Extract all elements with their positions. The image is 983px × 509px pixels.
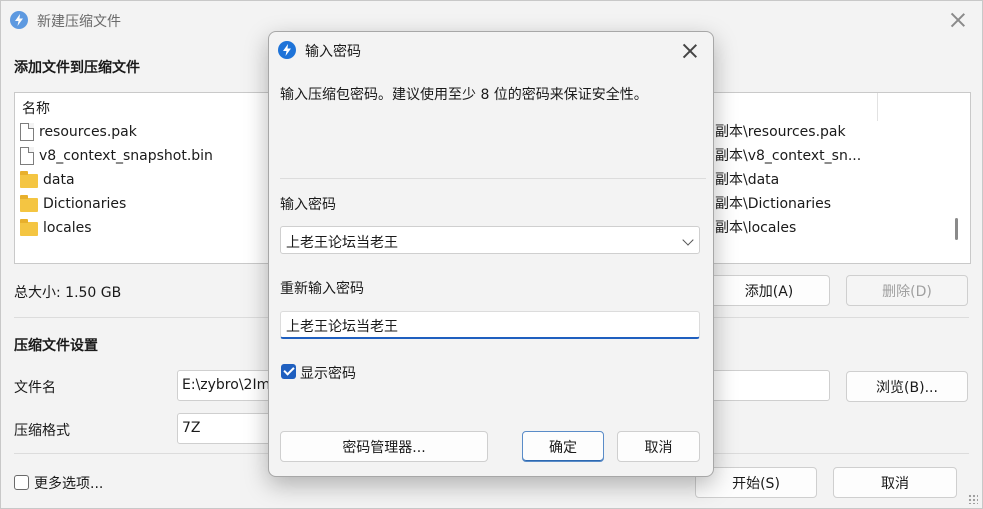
password-dialog: 输入密码 输入压缩包密码。建议使用至少 8 位的密码来保证安全性。 输入密码 上… <box>268 31 714 477</box>
list-item[interactable]: data <box>20 169 75 191</box>
folder-icon <box>20 195 38 212</box>
dialog-cancel-button[interactable]: 取消 <box>617 431 700 462</box>
password-value: 上老王论坛当老王 <box>286 235 398 251</box>
folder-icon <box>20 219 38 236</box>
window-close-icon[interactable] <box>948 10 968 30</box>
dialog-title: 输入密码 <box>305 44 361 60</box>
folder-icon <box>20 171 38 188</box>
file-path: 副本\v8_context_sn... <box>715 148 862 164</box>
file-path: 副本\locales <box>715 220 797 236</box>
dialog-close-icon[interactable] <box>680 41 700 61</box>
file-name: v8_context_snapshot.bin <box>39 148 213 164</box>
file-path: 副本\data <box>715 172 780 188</box>
chevron-down-icon[interactable] <box>682 234 694 246</box>
file-name: data <box>43 172 75 188</box>
app-logo-icon <box>278 41 296 59</box>
show-password-checkbox[interactable] <box>281 364 296 379</box>
ok-button[interactable]: 确定 <box>522 431 604 462</box>
password-combo[interactable]: 上老王论坛当老王 <box>280 226 700 254</box>
main-cancel-button[interactable]: 取消 <box>833 467 957 498</box>
column-divider[interactable] <box>877 93 878 121</box>
browse-button[interactable]: 浏览(B)... <box>846 371 968 402</box>
more-options-checkbox[interactable] <box>14 475 29 490</box>
password-hint-text: 输入压缩包密码。建议使用至少 8 位的密码来保证安全性。 <box>280 87 648 103</box>
file-path: 副本\Dictionaries <box>715 196 832 212</box>
scrollbar-thumb[interactable] <box>955 218 958 240</box>
window-title: 新建压缩文件 <box>37 14 121 30</box>
add-files-section-title: 添加文件到压缩文件 <box>14 60 140 76</box>
add-button[interactable]: 添加(A) <box>708 275 830 306</box>
list-item[interactable]: Dictionaries <box>20 193 126 215</box>
more-options-label[interactable]: 更多选项... <box>34 473 103 493</box>
list-item[interactable]: v8_context_snapshot.bin <box>20 145 213 167</box>
list-item[interactable]: resources.pak <box>20 121 137 143</box>
column-header-name[interactable]: 名称 <box>22 98 50 118</box>
format-label: 压缩格式 <box>14 423 70 439</box>
resize-grip[interactable] <box>968 494 978 504</box>
file-path: 副本\resources.pak <box>715 124 846 140</box>
remove-button[interactable]: 删除(D) <box>846 275 968 306</box>
file-name: resources.pak <box>39 124 137 140</box>
dialog-divider <box>280 178 706 179</box>
filename-label: 文件名 <box>14 380 56 396</box>
app-logo-icon <box>10 11 28 29</box>
password-label: 输入密码 <box>280 197 336 213</box>
show-password-label[interactable]: 显示密码 <box>300 363 356 383</box>
list-item[interactable]: locales <box>20 217 92 239</box>
total-size-text: 总大小: 1.50 GB <box>14 285 122 301</box>
file-icon <box>20 147 34 165</box>
file-name: Dictionaries <box>43 196 127 212</box>
reenter-password-field[interactable]: 上老王论坛当老王 <box>280 311 700 339</box>
reenter-password-label: 重新输入密码 <box>280 281 364 297</box>
file-name: locales <box>43 220 92 236</box>
file-icon <box>20 123 34 141</box>
password-manager-button[interactable]: 密码管理器... <box>280 431 488 462</box>
settings-section-title: 压缩文件设置 <box>14 338 98 354</box>
